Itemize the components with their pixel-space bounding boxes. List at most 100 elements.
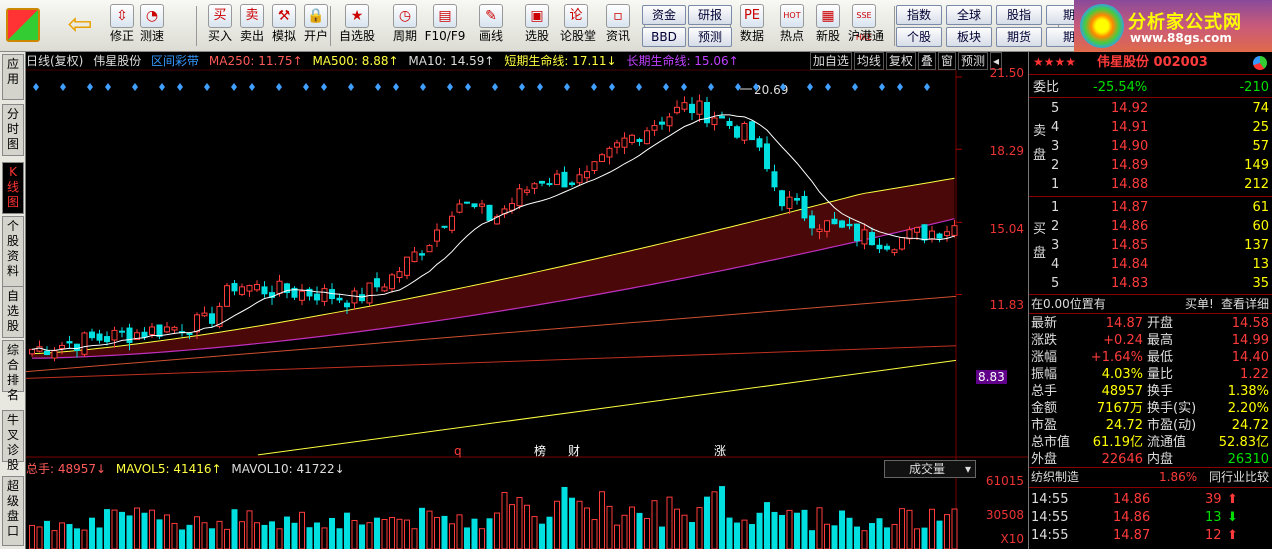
signal-diamond <box>681 83 687 91</box>
stat-row: 市盈 24.72 市盈(动) 24.72 <box>1029 417 1272 434</box>
toolbar-right-button-4[interactable]: 个股 <box>896 27 942 47</box>
stock-name: 伟星股份 <box>93 54 142 68</box>
stat-label: 市盈 <box>1031 418 1058 433</box>
chart-tool-button-1[interactable]: 均线 <box>853 52 884 70</box>
toolbar-right-button-2[interactable]: 股指 <box>996 5 1042 25</box>
candle <box>321 288 328 302</box>
toolbar-button-13[interactable]: PE 数据 <box>736 2 768 50</box>
toolbar-button-14[interactable]: HOT 热点 <box>776 2 808 50</box>
chart-tool-button-0[interactable]: 加自选 <box>809 52 852 70</box>
toolbar-button-6[interactable]: ★ 自选股 <box>336 2 378 50</box>
toolbar-right-button-0[interactable]: 指数 <box>896 5 942 25</box>
toolbar-small-button-2[interactable]: BBD <box>642 27 686 47</box>
buy-level-row: 5 14.83 35 <box>1029 275 1272 292</box>
period-label[interactable]: 日线(复权) <box>26 54 83 68</box>
toolbar-button-7[interactable]: ◷ 周期 <box>384 2 426 50</box>
volume: 212 <box>1244 177 1269 192</box>
long-lifeline-label: 长期生命线: 15.06↑ <box>626 54 739 68</box>
left-tab-2[interactable]: K线图 <box>2 162 24 214</box>
candle <box>254 283 260 291</box>
volume-bar <box>539 523 545 549</box>
toolbar-button-0[interactable]: ⇳ 修正 <box>106 2 138 50</box>
toolbar-button-2[interactable]: 买买入 <box>204 2 236 50</box>
volume-bar <box>689 522 695 549</box>
signal-diamond <box>825 83 831 91</box>
toolbar-button-4[interactable]: ⚒ 模拟 <box>268 2 300 50</box>
left-tab-1[interactable]: 分时图 <box>2 104 24 156</box>
volume-bar <box>929 508 935 549</box>
toolbar-small-button-1[interactable]: 研报 <box>688 5 732 25</box>
toolbar-button-8[interactable]: ▤ F10/F9 <box>424 2 466 50</box>
level: 4 <box>1051 120 1060 135</box>
toolbar-button-11[interactable]: 论论股堂 <box>560 2 596 50</box>
chart-tool-button-3[interactable]: 叠 <box>917 52 936 70</box>
chart-tool-button-2[interactable]: 复权 <box>885 52 916 70</box>
volume-bar <box>741 519 748 549</box>
chart-tool-button-4[interactable]: 窗 <box>937 52 956 70</box>
left-tab-4[interactable]: 自选股 <box>2 286 24 338</box>
volume-bar <box>704 496 710 549</box>
volume-bar <box>854 526 860 549</box>
stat-label: 开盘 <box>1147 316 1174 331</box>
left-tab-6[interactable]: 牛叉诊股 <box>2 410 24 472</box>
toolbar-button-15[interactable]: ▦ 新股 <box>812 2 844 50</box>
candle <box>786 196 793 209</box>
toolbar-button-5[interactable]: 🔒 开户 <box>300 2 332 50</box>
level: 5 <box>1051 276 1060 291</box>
stat-label: 换手 <box>1147 384 1174 399</box>
candle <box>704 101 710 124</box>
toolbar-button-1[interactable]: ◔ 测速 <box>136 2 168 50</box>
ma500-line <box>257 359 957 456</box>
stat-value: 14.40 <box>1231 350 1269 365</box>
volume-bar <box>156 519 163 549</box>
toolbar-right-button-1[interactable]: 全球 <box>946 5 992 25</box>
speed-icon: ◔ <box>140 4 164 28</box>
candle <box>846 223 853 227</box>
level: 3 <box>1051 238 1060 253</box>
volume-bar <box>104 509 110 549</box>
kline-chart-panel[interactable]: 20.69 q 榜财涨 日线(复权) 伟星股份 区间彩带 MA250: 11.75↑… <box>26 52 1028 549</box>
candle <box>861 229 868 245</box>
toolbar-separator <box>894 6 895 46</box>
pie-chart-icon[interactable] <box>1253 56 1267 70</box>
stat-row: 外盘 22646 内盘 26310 <box>1029 451 1272 468</box>
industry-row: 纺织制造 1.86% 同行业比较 <box>1029 469 1272 486</box>
divider <box>1029 196 1272 197</box>
stat-label: 流通值 <box>1147 435 1187 450</box>
toolbar-button-label: 热点 <box>779 29 804 43</box>
volume-bar <box>216 520 223 549</box>
glyph-12-icon: ▫ <box>606 4 630 28</box>
left-tab-5[interactable]: 综合排名 <box>2 340 24 402</box>
volume-bar <box>149 509 155 549</box>
candle <box>411 251 418 263</box>
toolbar-right-button-5[interactable]: 板块 <box>946 27 992 47</box>
toolbar-small-button-3[interactable]: 预测 <box>688 27 732 47</box>
toolbar-button-12[interactable]: ▫ 资讯 <box>602 2 634 50</box>
toolbar-button-3[interactable]: 卖卖出 <box>236 2 268 50</box>
left-tab-0[interactable]: 应用 <box>2 54 24 100</box>
rating-stars: ★★★★ <box>1033 55 1077 69</box>
candle <box>794 197 800 201</box>
signal-diamond <box>204 83 210 91</box>
left-tab-7[interactable]: 超级盘口 <box>2 476 24 546</box>
indicator-select[interactable]: 成交量 ▾ <box>884 460 976 478</box>
toolbar-button-9[interactable]: ✎ 画线 <box>470 2 512 50</box>
candle <box>66 341 73 344</box>
toolbar-button-label: 沪港通 <box>848 29 885 43</box>
candle <box>464 201 470 204</box>
volume-bar <box>621 514 628 549</box>
volume: 35 <box>1252 276 1269 291</box>
candle <box>606 147 613 158</box>
toolbar-button-10[interactable]: ▣ 选股 <box>516 2 558 50</box>
toolbar-right-button-6[interactable]: 期货 <box>996 27 1042 47</box>
candle <box>509 202 515 211</box>
volume: 60 <box>1252 219 1269 234</box>
toolbar-small-button-0[interactable]: 资金 <box>642 5 686 25</box>
price-axis-label: 21.50 <box>989 66 1024 80</box>
stat-row: 涨幅 +1.64% 最低 14.40 <box>1029 349 1272 366</box>
stat-value: 22646 <box>1101 452 1143 467</box>
volume-header: 总手: 48957↓ MAVOL5: 41416↑ MAVOL10: 41722… <box>26 461 345 478</box>
back-arrow-icon[interactable]: ⇦ <box>62 8 98 42</box>
toolbar-button-16[interactable]: SSE HKE 沪港通 <box>848 2 885 50</box>
volume-bar <box>734 522 740 549</box>
